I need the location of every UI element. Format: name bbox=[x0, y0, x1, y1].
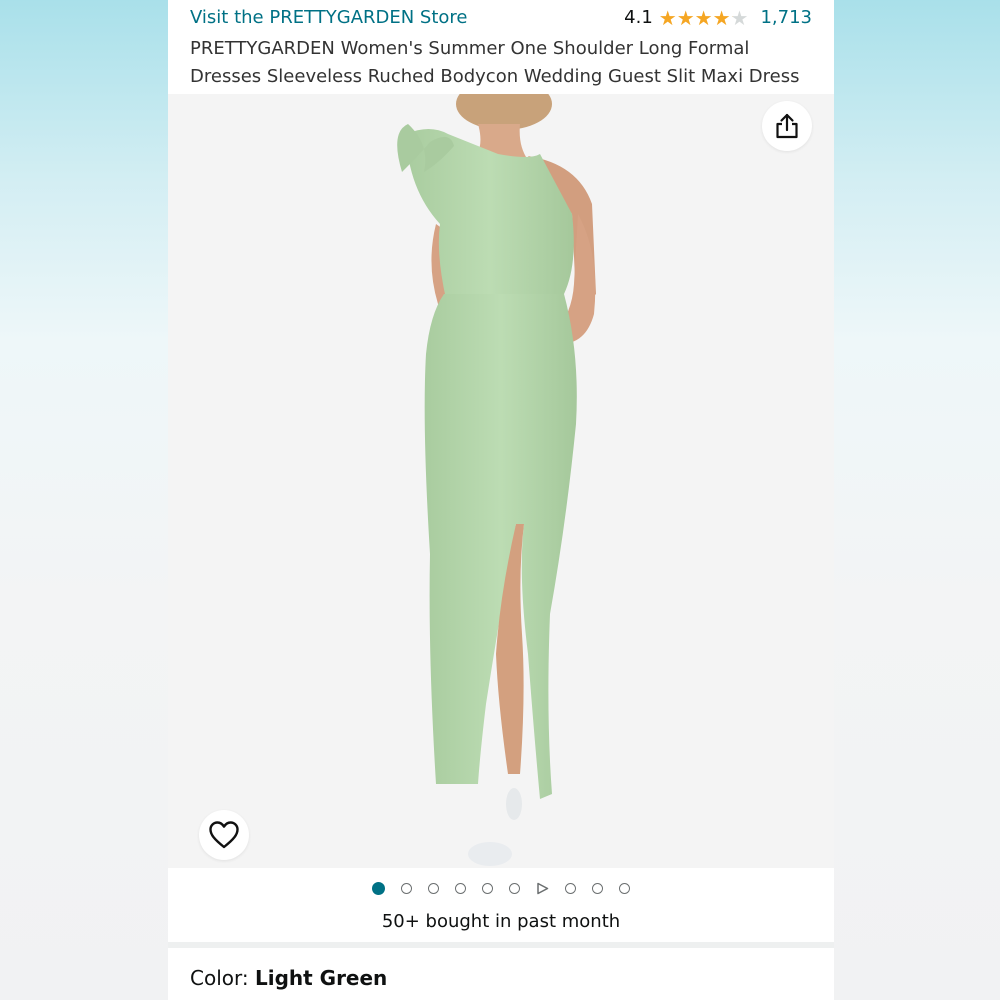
product-header: Visit the PRETTYGARDEN Store 4.1 ★ ★ ★ ★… bbox=[168, 0, 834, 94]
star-icon: ★ bbox=[676, 5, 695, 30]
carousel-dot[interactable] bbox=[401, 882, 412, 894]
carousel-dot[interactable] bbox=[455, 882, 466, 894]
carousel-dot[interactable] bbox=[428, 882, 439, 894]
product-image-carousel[interactable] bbox=[168, 94, 834, 868]
color-label: Color: bbox=[190, 966, 255, 990]
carousel-dot[interactable] bbox=[565, 882, 576, 894]
rating-summary[interactable]: 4.1 ★ ★ ★ ★ ★ 1,713 bbox=[624, 7, 812, 28]
star-partial-icon: ★ bbox=[730, 5, 749, 30]
share-button[interactable] bbox=[762, 101, 812, 151]
star-icon: ★ bbox=[712, 5, 731, 30]
carousel-dot[interactable] bbox=[592, 882, 603, 894]
product-panel: Visit the PRETTYGARDEN Store 4.1 ★ ★ ★ ★… bbox=[168, 0, 834, 1000]
heart-icon bbox=[209, 821, 239, 849]
section-divider bbox=[168, 942, 834, 948]
carousel-dot[interactable] bbox=[619, 882, 630, 894]
carousel-dot-active[interactable] bbox=[372, 881, 385, 895]
carousel-dot[interactable] bbox=[482, 882, 493, 894]
bought-in-past-month: 50+ bought in past month bbox=[381, 911, 621, 932]
rating-value: 4.1 bbox=[624, 7, 653, 28]
star-icon: ★ bbox=[694, 5, 713, 30]
star-icon: ★ bbox=[658, 5, 677, 30]
color-value: Light Green bbox=[254, 966, 388, 990]
share-icon bbox=[776, 113, 798, 139]
carousel-indicator bbox=[168, 868, 834, 908]
product-photo bbox=[168, 94, 834, 868]
store-link[interactable]: Visit the PRETTYGARDEN Store bbox=[190, 7, 468, 28]
add-to-wishlist-button[interactable] bbox=[199, 810, 249, 860]
product-title: PRETTYGARDEN Women's Summer One Shoulder… bbox=[190, 38, 800, 87]
review-count-link[interactable]: 1,713 bbox=[760, 7, 812, 28]
color-selection: Color: Light Green bbox=[190, 966, 387, 990]
carousel-video-indicator[interactable] bbox=[536, 882, 549, 895]
carousel-dot[interactable] bbox=[509, 882, 520, 894]
star-rating: ★ ★ ★ ★ ★ bbox=[659, 8, 749, 28]
play-icon bbox=[537, 882, 549, 894]
